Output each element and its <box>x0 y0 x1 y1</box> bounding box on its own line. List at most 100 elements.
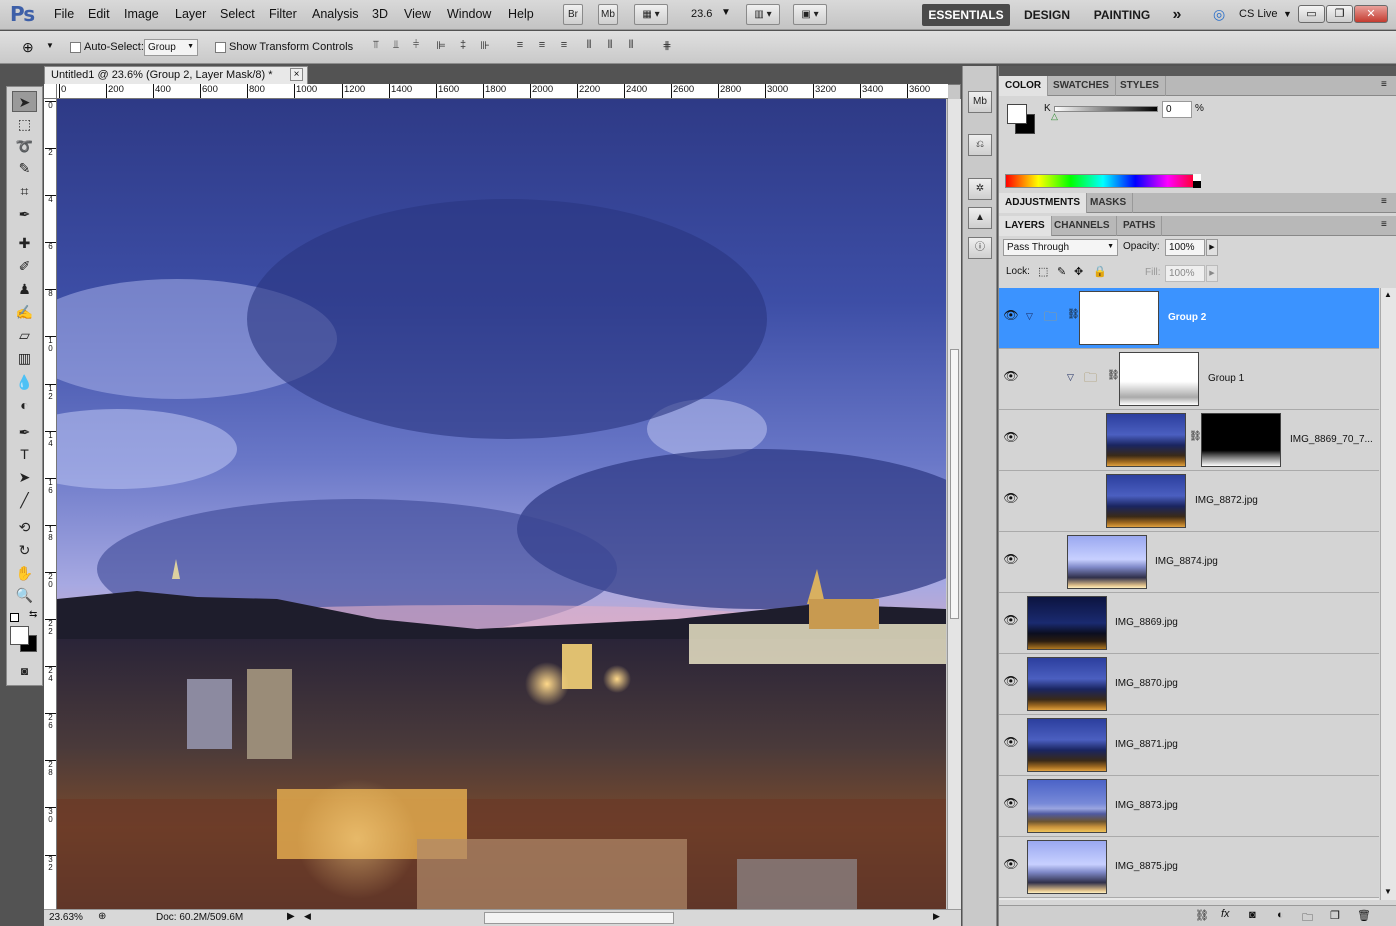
layer-thumbnail[interactable] <box>1027 657 1107 711</box>
healing-brush-tool[interactable]: ✚ <box>12 233 37 254</box>
menu-3d[interactable]: 3D <box>372 7 388 21</box>
visibility-eye-icon[interactable]: 👁 <box>1002 735 1020 753</box>
align-top-icon[interactable]: ⫪ <box>367 39 385 55</box>
status-menu-arrow-icon[interactable]: ▶ <box>287 911 295 922</box>
layer-thumbnail[interactable] <box>1027 779 1107 833</box>
layer-row-img-8869[interactable]: 👁 IMG_8869.jpg <box>999 593 1379 654</box>
gradient-tool[interactable]: ▥ <box>12 348 37 369</box>
delete-layer-icon[interactable]: 🗑 <box>1357 909 1371 922</box>
layer-row-img-8872[interactable]: 👁 IMG_8872.jpg <box>999 471 1379 532</box>
opacity-slider-arrow-icon[interactable]: ▶ <box>1206 239 1218 256</box>
document-canvas[interactable] <box>57 99 946 909</box>
layer-thumbnail[interactable] <box>1106 474 1186 528</box>
swap-colors-icon[interactable]: ⇆ <box>29 609 37 620</box>
layer-row-img-8869-70[interactable]: 👁 ⛓ IMG_8869_70_7... <box>999 410 1379 471</box>
menu-edit[interactable]: Edit <box>88 7 110 21</box>
new-group-icon[interactable]: 🗀 <box>1302 909 1313 926</box>
layer-style-icon[interactable]: fx <box>1221 908 1230 920</box>
hand-tool[interactable]: ✋ <box>12 563 37 584</box>
visibility-eye-icon[interactable]: 👁 <box>1002 857 1020 875</box>
restore-button[interactable]: ❐ <box>1326 5 1353 23</box>
add-mask-icon[interactable]: ◙ <box>1249 909 1256 921</box>
scroll-right-icon[interactable]: ▶ <box>933 911 940 922</box>
lock-transparent-icon[interactable]: ⬚ <box>1038 265 1048 278</box>
quick-mask-button[interactable]: ◙ <box>12 661 37 682</box>
layer-thumbnail[interactable] <box>1027 596 1107 650</box>
layer-mask-thumbnail[interactable] <box>1201 413 1281 467</box>
scroll-down-icon[interactable]: ▼ <box>1384 887 1392 896</box>
close-document-button[interactable]: × <box>290 68 303 81</box>
fill-slider-arrow-icon[interactable]: ▶ <box>1206 265 1218 282</box>
history-panel-button[interactable]: ⎌ <box>968 134 992 156</box>
view-extras-button[interactable]: ▦ ▾ <box>634 4 668 25</box>
distribute-left-icon[interactable]: ⦀ <box>580 39 598 55</box>
menu-analysis[interactable]: Analysis <box>312 7 359 21</box>
navigator-panel-button[interactable]: ✲ <box>968 178 992 200</box>
visibility-eye-icon[interactable]: 👁 <box>1002 430 1020 448</box>
type-tool[interactable]: T <box>12 444 37 465</box>
layer-row-img-8874[interactable]: 👁 IMG_8874.jpg <box>999 532 1379 593</box>
distribute-right-icon[interactable]: ⦀ <box>622 39 640 55</box>
k-slider[interactable] <box>1054 106 1158 112</box>
eyedropper-tool[interactable]: ✒ <box>12 204 37 225</box>
tab-styles[interactable]: STYLES <box>1114 76 1166 96</box>
layers-scrollbar[interactable]: ▲ ▼ <box>1380 288 1396 900</box>
visibility-eye-icon[interactable]: 👁 <box>1002 491 1020 509</box>
chevron-down-icon[interactable]: ▼ <box>721 7 731 18</box>
zoom-tool[interactable]: 🔍 <box>12 585 37 606</box>
lasso-tool[interactable]: ➰ <box>12 136 37 157</box>
brush-tool[interactable]: ✐ <box>12 256 37 277</box>
new-layer-icon[interactable]: ❐ <box>1330 909 1340 922</box>
expand-triangle-icon[interactable]: ▽ <box>1026 311 1033 322</box>
layer-thumbnail[interactable] <box>1067 535 1147 589</box>
menu-help[interactable]: Help <box>508 7 534 21</box>
expand-triangle-icon[interactable]: ▽ <box>1067 372 1074 383</box>
ruler-origin[interactable] <box>44 84 57 99</box>
slider-handle-icon[interactable]: △ <box>1051 111 1058 122</box>
zoom-status[interactable]: 23.63% <box>49 912 83 923</box>
bridge-button[interactable]: Br <box>563 4 583 25</box>
panel-menu-icon[interactable]: ≡ <box>1381 79 1387 90</box>
auto-select-checkbox[interactable] <box>70 42 81 53</box>
eraser-tool[interactable]: ▱ <box>12 325 37 346</box>
workspace-essentials[interactable]: ESSENTIALS <box>922 4 1010 26</box>
visibility-eye-icon[interactable]: 👁 <box>1002 369 1020 387</box>
distribute-top-icon[interactable]: ≡ <box>511 39 529 55</box>
tab-channels[interactable]: CHANNELS <box>1048 216 1117 236</box>
chevron-down-icon[interactable]: ▼ <box>46 41 54 50</box>
tab-adjustments[interactable]: ADJUSTMENTS <box>999 193 1088 213</box>
color-foreground-swatch[interactable] <box>1007 104 1027 124</box>
dodge-tool[interactable]: ◐ <box>12 395 37 416</box>
distribute-hcenter-icon[interactable]: ⦀ <box>601 39 619 55</box>
history-brush-tool[interactable]: ✍ <box>12 302 37 323</box>
horizontal-ruler[interactable]: 0 200 400 600 800 1000 1200 1400 1600 18… <box>57 84 948 99</box>
path-selection-tool[interactable]: ➤ <box>12 467 37 488</box>
menu-window[interactable]: Window <box>447 7 491 21</box>
show-transform-checkbox[interactable] <box>215 42 226 53</box>
blend-mode-dropdown[interactable]: Pass Through ▼ <box>1003 239 1118 256</box>
default-colors-icon[interactable] <box>10 613 19 622</box>
tab-paths[interactable]: PATHS <box>1117 216 1163 236</box>
distribute-bottom-icon[interactable]: ≡ <box>555 39 573 55</box>
black-white-ramp[interactable] <box>1193 174 1201 188</box>
menu-file[interactable]: File <box>54 7 74 21</box>
cs-live-menu[interactable]: CS Live <box>1239 8 1278 20</box>
link-layers-icon[interactable]: ⛓ <box>1195 909 1209 922</box>
layer-row-img-8873[interactable]: 👁 IMG_8873.jpg <box>999 776 1379 837</box>
align-left-icon[interactable]: ⊫ <box>432 39 450 55</box>
align-right-icon[interactable]: ⊪ <box>476 39 494 55</box>
panel-menu-icon[interactable]: ≡ <box>1381 219 1387 230</box>
line-tool[interactable]: ╱ <box>12 490 37 511</box>
status-icon[interactable]: ⊕ <box>98 911 106 922</box>
layer-row-img-8870[interactable]: 👁 IMG_8870.jpg <box>999 654 1379 715</box>
clone-stamp-tool[interactable]: ♟ <box>12 279 37 300</box>
canvas-vertical-scrollbar[interactable] <box>947 99 961 909</box>
move-tool-icon[interactable]: ⊕ <box>22 39 34 56</box>
vertical-ruler[interactable]: 0 2 4 6 8 1 0 1 2 1 4 1 6 1 8 2 0 2 2 2 … <box>44 99 57 909</box>
arrange-documents-button[interactable]: ▥ ▾ <box>746 4 780 25</box>
tab-color[interactable]: COLOR <box>999 76 1049 96</box>
horizontal-scroll-thumb[interactable] <box>484 912 674 924</box>
menu-image[interactable]: Image <box>124 7 159 21</box>
color-spectrum-ramp[interactable] <box>1005 174 1201 188</box>
scroll-up-icon[interactable]: ▲ <box>1384 290 1392 299</box>
